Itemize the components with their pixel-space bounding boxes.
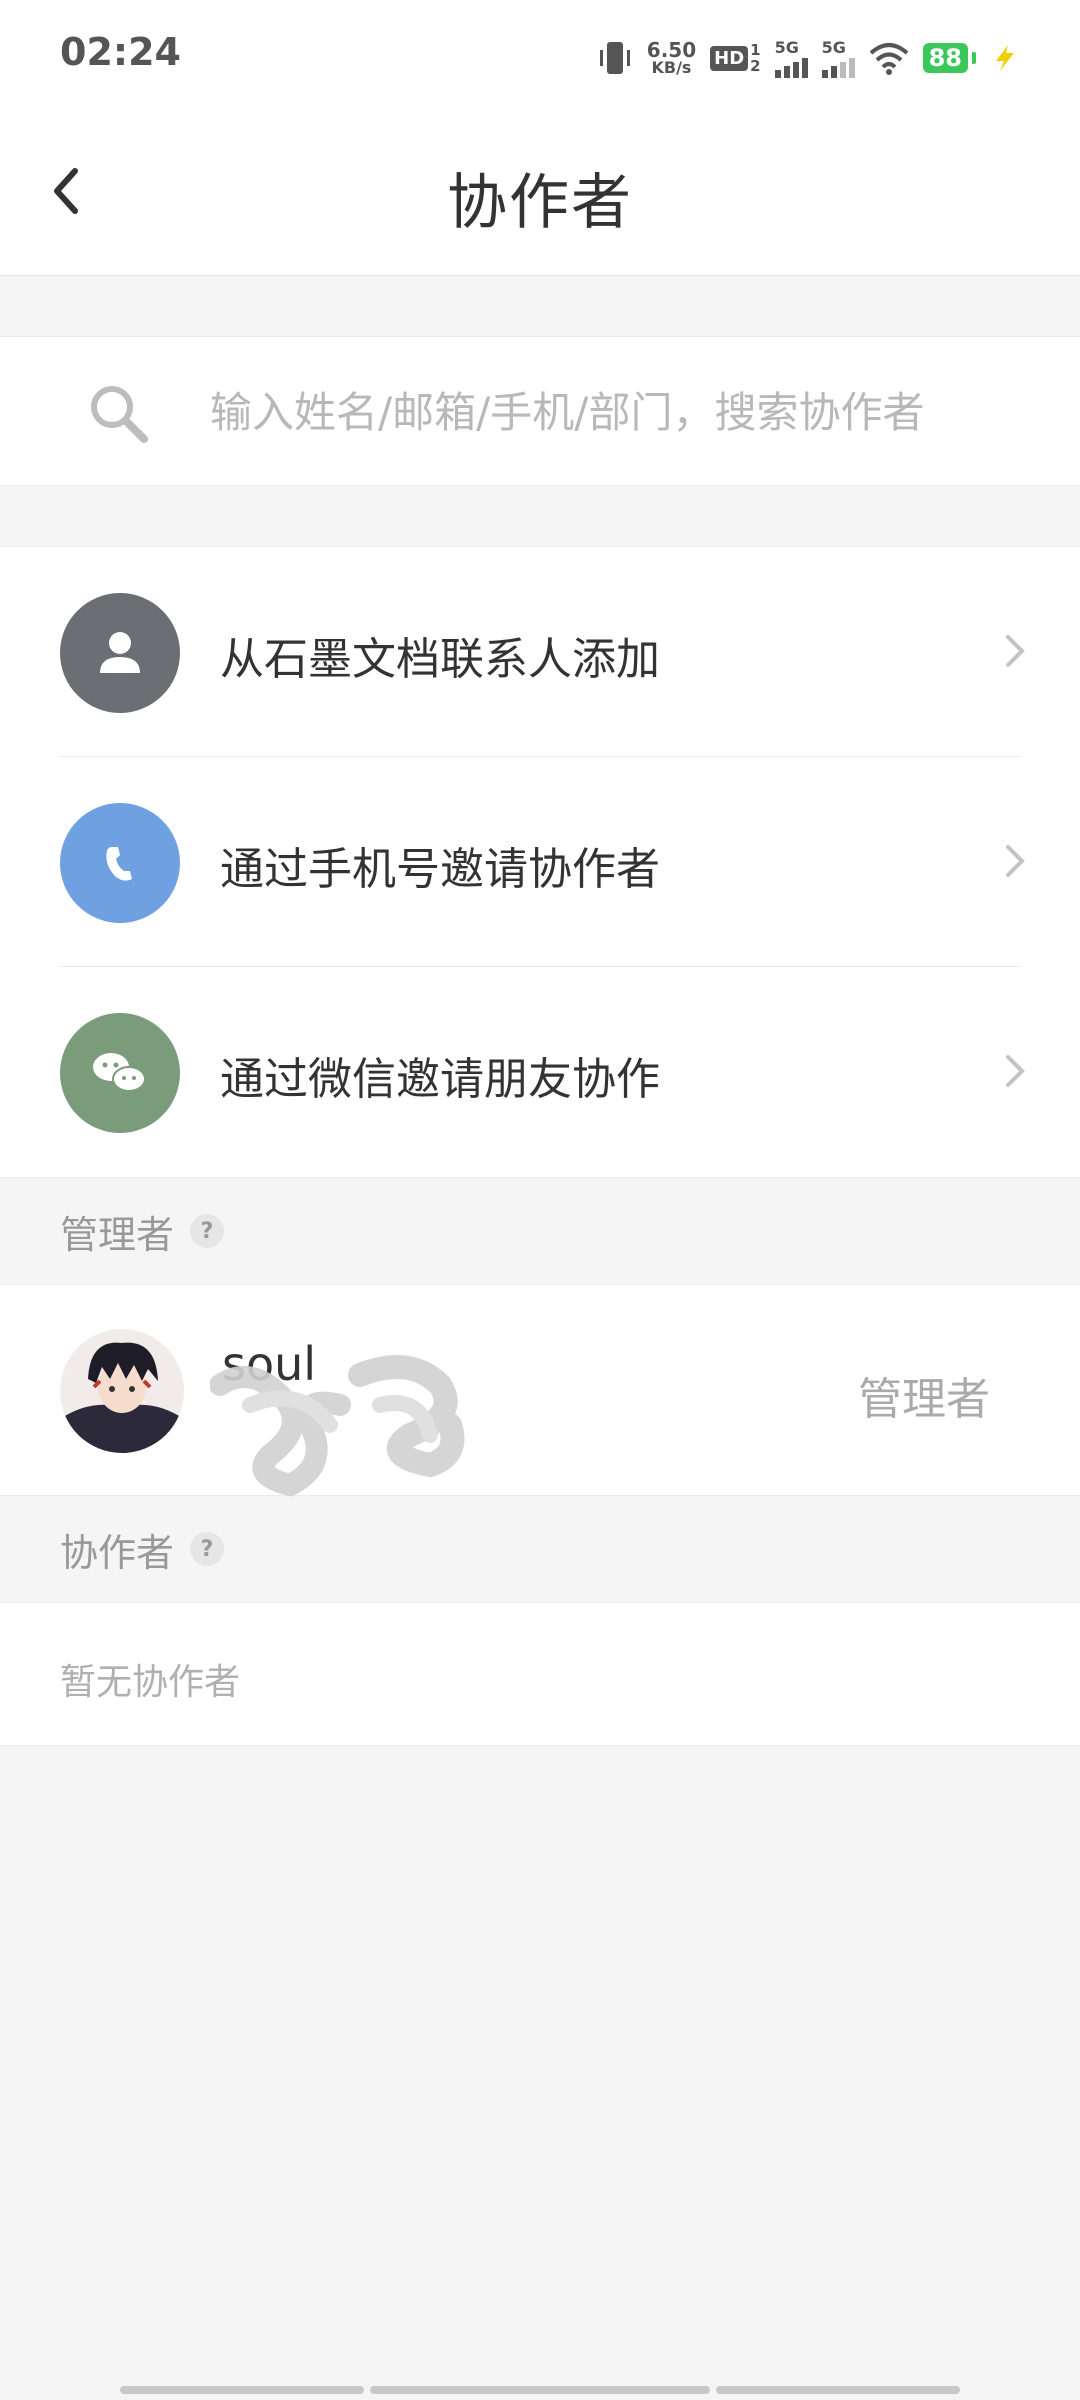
chevron-right-icon [1006, 845, 1025, 877]
charging-bolt-icon [996, 45, 1014, 71]
network-speed: 6.50 KB/s [647, 40, 696, 76]
add-from-contacts-label: 从石墨文档联系人添加 [220, 634, 660, 685]
status-bar: 02:24 6.50 KB/s HD 1 2 5G 5G 88 [0, 0, 1080, 112]
avatar [60, 1329, 184, 1453]
gesture-bar-center [370, 2386, 710, 2394]
chevron-right-icon [1006, 1055, 1025, 1087]
hd-sub-top: 1 [750, 41, 761, 59]
signal-1-label: 5G [774, 38, 799, 57]
contact-icon [60, 593, 180, 713]
admins-help-icon[interactable]: ? [190, 1214, 225, 1248]
wechat-icon [60, 1013, 180, 1133]
chevron-right-icon [1006, 635, 1025, 667]
collaborators-empty-row: 暂无协作者 [0, 1602, 1080, 1746]
top-nav-bar: 协作者 [0, 112, 1080, 276]
search-icon [91, 386, 148, 443]
gesture-bar-left [120, 2386, 364, 2394]
phone-icon [60, 803, 180, 923]
admin-role-label: 管理者 [858, 1374, 990, 1425]
admins-section-title: 管理者 [60, 1212, 175, 1257]
gesture-bar-right [716, 2386, 960, 2394]
collaborators-help-icon[interactable]: ? [190, 1532, 225, 1566]
signal-icon-1: 5G [774, 38, 808, 78]
invite-by-wechat-item[interactable]: 通过微信邀请朋友协作 [0, 967, 1080, 1177]
invite-by-phone-label: 通过手机号邀请协作者 [220, 844, 660, 895]
vibrate-icon [599, 42, 630, 74]
status-time: 02:24 [60, 30, 181, 74]
signal-2-label: 5G [821, 38, 846, 57]
wifi-icon [869, 43, 908, 75]
battery-icon: 88 [922, 43, 976, 73]
add-from-contacts-item[interactable]: 从石墨文档联系人添加 [0, 547, 1080, 757]
redaction-scribble [210, 1355, 465, 1497]
battery-level: 88 [922, 43, 968, 73]
search-bar [0, 336, 1080, 486]
admins-section-header: 管理者 ? [0, 1178, 1080, 1284]
hd-sub-bottom: 2 [750, 57, 761, 75]
collaborators-section-title: 协作者 [60, 1530, 175, 1575]
status-icons: 6.50 KB/s HD 1 2 5G 5G 88 [597, 28, 1020, 88]
invite-by-phone-item[interactable]: 通过手机号邀请协作者 [0, 757, 1080, 967]
hd-sub: 1 2 [750, 42, 760, 74]
invite-actions-list: 从石墨文档联系人添加 通过手机号邀请协作者 通过微信邀请朋友协作 [0, 546, 1080, 1178]
signal-icon-2: 5G [821, 38, 855, 78]
empty-collaborators-text: 暂无协作者 [60, 1662, 241, 1703]
page-title: 协作者 [447, 168, 633, 238]
collaborators-section-header: 协作者 ? [0, 1496, 1080, 1602]
invite-by-wechat-label: 通过微信邀请朋友协作 [220, 1054, 660, 1105]
network-speed-unit: KB/s [651, 58, 692, 77]
admin-user-row[interactable]: soul 管理者 [0, 1284, 1080, 1497]
hd-indicator: HD 1 2 [710, 42, 761, 74]
search-input[interactable] [210, 367, 1030, 457]
network-speed-value: 6.50 [646, 38, 697, 62]
hd-label: HD [710, 45, 749, 71]
